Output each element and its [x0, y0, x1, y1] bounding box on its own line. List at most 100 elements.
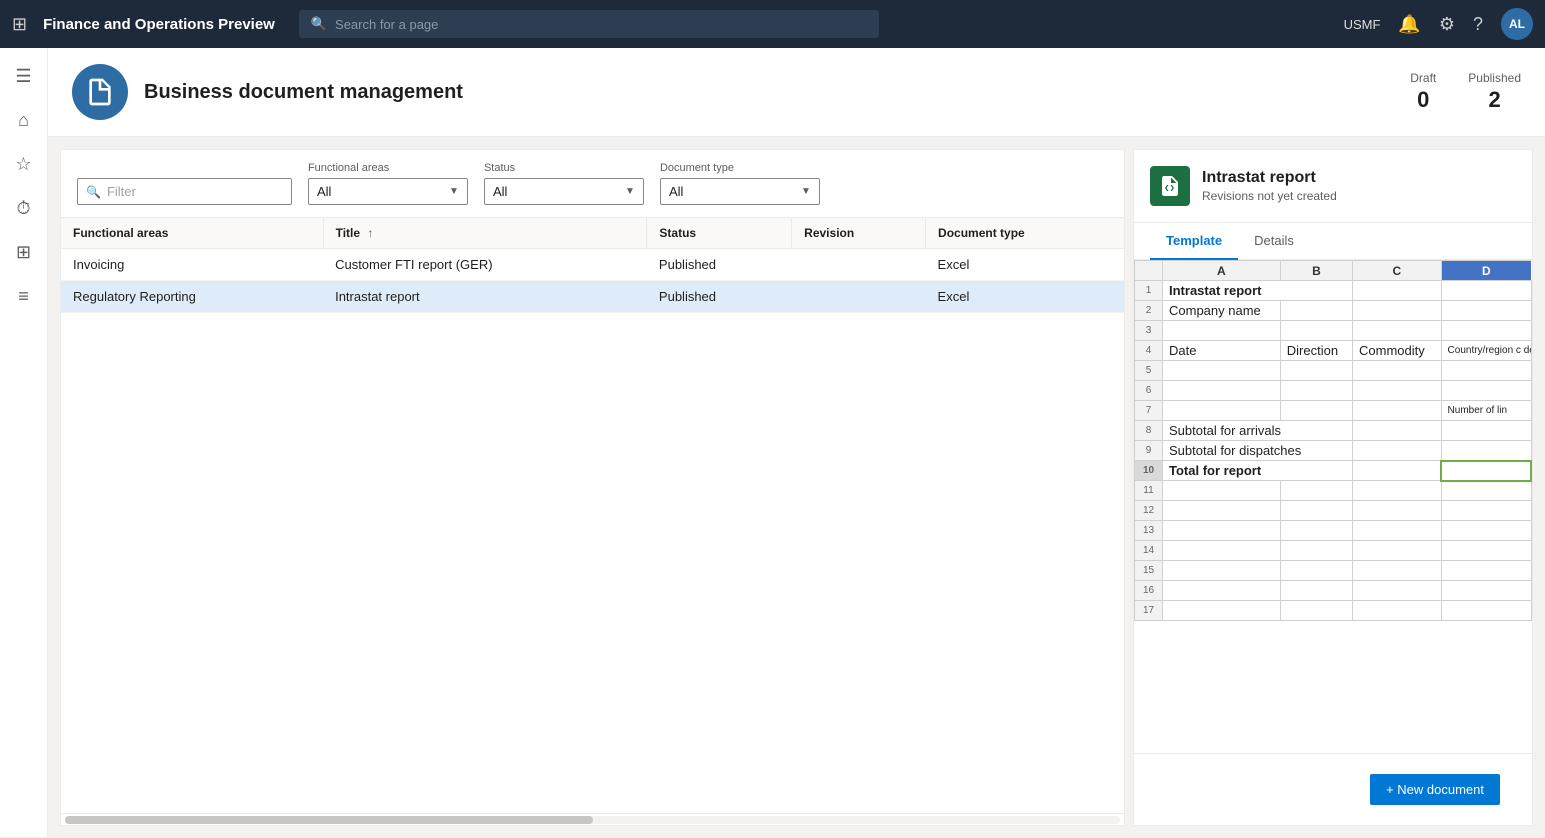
cell-5d	[1441, 361, 1531, 381]
functional-areas-chevron: ▼	[449, 186, 459, 197]
new-document-button[interactable]: + New document	[1370, 774, 1500, 805]
col-status: Status	[647, 218, 792, 249]
table-row[interactable]: Invoicing Customer FTI report (GER) Publ…	[61, 249, 1124, 281]
row-num-9: 9	[1135, 441, 1163, 461]
row-num-12: 12	[1135, 501, 1163, 521]
excel-row-11: 11	[1135, 481, 1532, 501]
cell-7d: Number of lin	[1441, 401, 1531, 421]
cell-12d	[1441, 501, 1531, 521]
cell-5b	[1280, 361, 1352, 381]
cell-17a	[1163, 601, 1281, 621]
cell-title: Intrastat report	[323, 281, 647, 313]
filter-input[interactable]	[107, 184, 283, 199]
draft-value: 0	[1410, 87, 1436, 113]
page-header: Business document management Draft 0 Pub…	[48, 48, 1545, 137]
status-select[interactable]: All	[493, 184, 619, 199]
functional-areas-select[interactable]: All	[317, 184, 443, 199]
sidebar: ☰ ⌂ ☆ ⏱ ⊞ ≡	[0, 48, 48, 837]
col-functional-areas: Functional areas	[61, 218, 323, 249]
excel-col-a: A	[1163, 261, 1281, 281]
scroll-track[interactable]	[65, 816, 1120, 824]
cell-15a	[1163, 561, 1281, 581]
sidebar-workspaces-icon[interactable]: ⊞	[4, 232, 44, 272]
cell-3a	[1163, 321, 1281, 341]
col-document-type: Document type	[926, 218, 1124, 249]
tab-template[interactable]: Template	[1150, 223, 1238, 260]
avatar[interactable]: AL	[1501, 8, 1533, 40]
functional-areas-label: Functional areas	[308, 162, 468, 174]
cell-12a	[1163, 501, 1281, 521]
sidebar-favorites-icon[interactable]: ☆	[4, 144, 44, 184]
row-num-6: 6	[1135, 381, 1163, 401]
row-num-10: 10	[1135, 461, 1163, 481]
sidebar-recent-icon[interactable]: ⏱	[4, 188, 44, 228]
cell-1c	[1353, 281, 1442, 301]
cell-document-type: Excel	[926, 249, 1124, 281]
row-num-1: 1	[1135, 281, 1163, 301]
cell-9a: Subtotal for dispatches	[1163, 441, 1353, 461]
filter-bar: 🔍 Functional areas All ▼ Status	[61, 150, 1124, 218]
cell-15b	[1280, 561, 1352, 581]
grid-icon[interactable]: ⊞	[12, 14, 27, 35]
row-num-14: 14	[1135, 541, 1163, 561]
document-type-select-wrapper[interactable]: All ▼	[660, 178, 820, 205]
excel-col-d: D	[1441, 261, 1531, 281]
cell-document-type: Excel	[926, 281, 1124, 313]
excel-row-12: 12	[1135, 501, 1532, 521]
cell-1a: Intrastat report	[1163, 281, 1353, 301]
cell-13a	[1163, 521, 1281, 541]
draft-label: Draft	[1410, 71, 1436, 85]
cell-11a	[1163, 481, 1281, 501]
cell-7c	[1353, 401, 1442, 421]
excel-preview: A B C D 1 Intrastat report	[1134, 260, 1532, 753]
search-input[interactable]	[335, 17, 867, 32]
cell-status: Published	[647, 249, 792, 281]
col-revision: Revision	[792, 218, 926, 249]
cell-7b	[1280, 401, 1352, 421]
help-icon[interactable]: ?	[1473, 14, 1483, 35]
table-row[interactable]: Regulatory Reporting Intrastat report Pu…	[61, 281, 1124, 313]
cell-4c: Commodity	[1353, 341, 1442, 361]
search-bar[interactable]: 🔍	[299, 10, 879, 38]
main-content: Business document management Draft 0 Pub…	[48, 48, 1545, 837]
company-selector[interactable]: USMF	[1344, 17, 1381, 32]
tab-details[interactable]: Details	[1238, 223, 1310, 260]
document-type-filter-group: Document type All ▼	[660, 162, 820, 205]
cell-16d	[1441, 581, 1531, 601]
cell-13c	[1353, 521, 1442, 541]
document-type-select[interactable]: All	[669, 184, 795, 199]
row-num-16: 16	[1135, 581, 1163, 601]
cell-14c	[1353, 541, 1442, 561]
excel-row-4: 4 Date Direction Commodity Country/regio…	[1135, 341, 1532, 361]
cell-8d	[1441, 421, 1531, 441]
sidebar-menu-icon[interactable]: ☰	[4, 56, 44, 96]
functional-areas-filter-group: Functional areas All ▼	[308, 162, 468, 205]
scroll-thumb[interactable]	[65, 816, 593, 824]
cell-6d	[1441, 381, 1531, 401]
settings-icon[interactable]: ⚙	[1439, 14, 1455, 35]
cell-2b	[1280, 301, 1352, 321]
right-panel-title: Intrastat report	[1202, 169, 1337, 187]
horizontal-scrollbar[interactable]	[61, 813, 1124, 825]
bell-icon[interactable]: 🔔	[1398, 14, 1420, 35]
cell-2c	[1353, 301, 1442, 321]
app-title: Finance and Operations Preview	[43, 16, 275, 33]
top-navigation: ⊞ Finance and Operations Preview 🔍 USMF …	[0, 0, 1545, 48]
status-select-wrapper[interactable]: All ▼	[484, 178, 644, 205]
cell-6c	[1353, 381, 1442, 401]
excel-row-1: 1 Intrastat report	[1135, 281, 1532, 301]
draft-stat: Draft 0	[1410, 71, 1436, 113]
sidebar-list-icon[interactable]: ≡	[4, 276, 44, 316]
cell-11d	[1441, 481, 1531, 501]
functional-areas-select-wrapper[interactable]: All ▼	[308, 178, 468, 205]
filter-input-container[interactable]: 🔍	[77, 178, 292, 205]
col-title[interactable]: Title ↑	[323, 218, 647, 249]
sidebar-home-icon[interactable]: ⌂	[4, 100, 44, 140]
cell-15c	[1353, 561, 1442, 581]
excel-row-16: 16	[1135, 581, 1532, 601]
row-num-7: 7	[1135, 401, 1163, 421]
nav-right: USMF 🔔 ⚙ ? AL	[1344, 8, 1533, 40]
table-body: Invoicing Customer FTI report (GER) Publ…	[61, 249, 1124, 313]
row-num-5: 5	[1135, 361, 1163, 381]
cell-functional-areas: Regulatory Reporting	[61, 281, 323, 313]
